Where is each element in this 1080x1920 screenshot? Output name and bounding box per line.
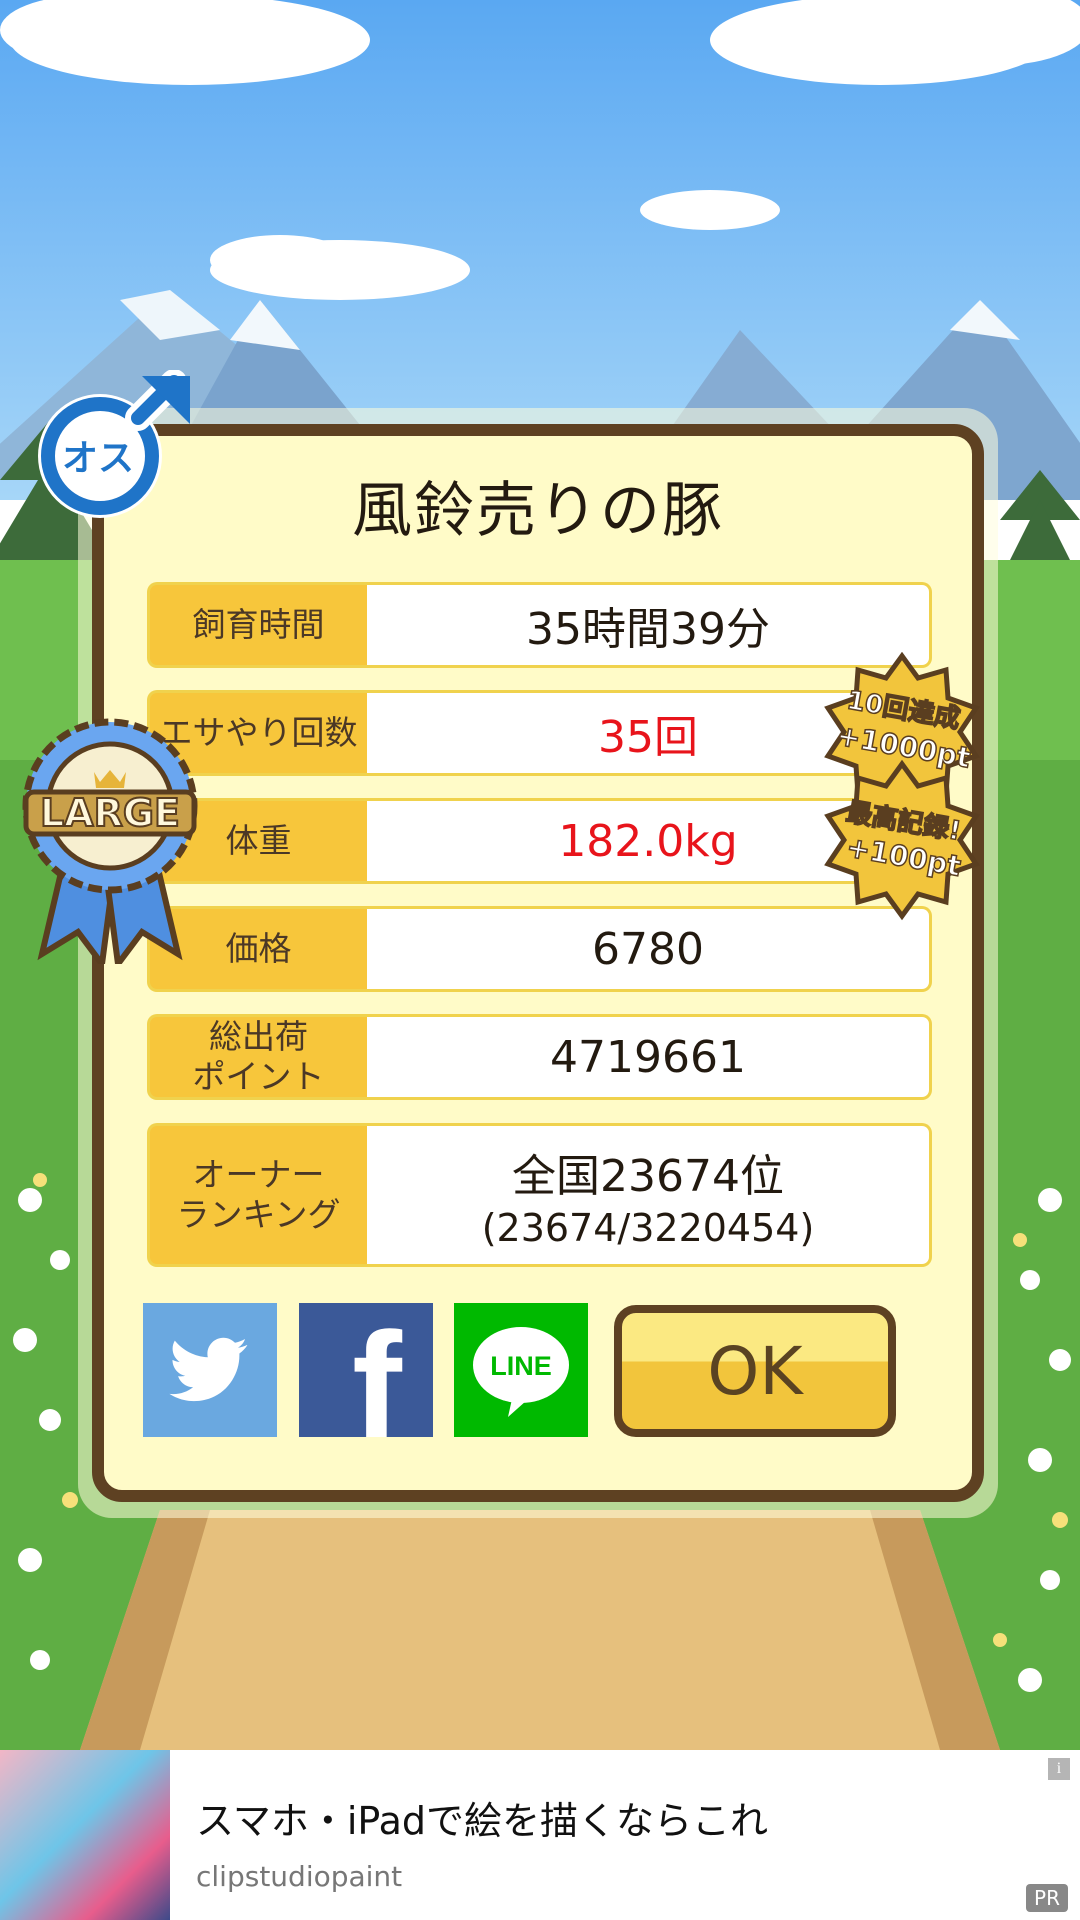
ranking-detail: (23674/3220454)	[481, 1206, 815, 1250]
facebook-f-icon: f	[352, 1301, 403, 1469]
stat-label: 総出荷 ポイント	[147, 1014, 367, 1100]
stat-label: 飼育時間	[147, 582, 367, 668]
large-ribbon-badge: LARGE	[22, 718, 198, 964]
stat-row-weight: 体重 182.0kg	[147, 798, 932, 884]
stat-row-raising-time: 飼育時間 35時間39分	[147, 582, 932, 668]
ad-domain: clipstudiopaint	[196, 1860, 403, 1893]
ad-info-icon[interactable]: i	[1048, 1758, 1070, 1780]
facebook-share-button[interactable]: f	[299, 1301, 433, 1469]
ad-title[interactable]: スマホ・iPadで絵を描くならこれ	[196, 1790, 768, 1845]
twitter-share-button[interactable]	[143, 1303, 277, 1437]
svg-text:LARGE: LARGE	[40, 791, 180, 835]
pig-name-title: 風鈴売りの豚	[352, 476, 724, 546]
svg-text:LINE: LINE	[490, 1351, 552, 1381]
bonus-burst: 最高記録! +100pt	[824, 759, 980, 921]
stat-row-feed-count: エサやり回数 35回	[147, 690, 932, 776]
male-gender-icon: オス	[38, 370, 190, 518]
stat-row-owner-ranking: オーナー ランキング 全国23674位 (23674/3220454)	[147, 1123, 932, 1267]
line-share-button[interactable]: LINE	[454, 1303, 588, 1437]
ad-banner[interactable]: スマホ・iPadで絵を描くならこれ clipstudiopaint i PR	[0, 1750, 1080, 1920]
ranking-value: 全国23674位	[512, 1151, 784, 1202]
ad-thumbnail-image[interactable]	[0, 1750, 170, 1920]
line-logo-icon: LINE	[473, 1327, 569, 1417]
svg-text:オス: オス	[62, 438, 134, 479]
ad-pr-badge: PR	[1026, 1884, 1068, 1912]
stat-label: オーナー ランキング	[147, 1123, 367, 1267]
stat-value: 全国23674位 (23674/3220454)	[367, 1123, 932, 1267]
svg-text:f: f	[352, 1303, 403, 1437]
ok-button[interactable]: OK	[614, 1305, 896, 1437]
twitter-bird-icon	[169, 1337, 248, 1402]
bonus-starbursts: 10回達成 +1000pt 最高記録! +100pt	[824, 652, 980, 921]
stat-row-price: 価格 6780	[147, 906, 932, 992]
stat-row-total-points: 総出荷 ポイント 4719661	[147, 1014, 932, 1100]
stat-value: 4719661	[367, 1014, 932, 1100]
